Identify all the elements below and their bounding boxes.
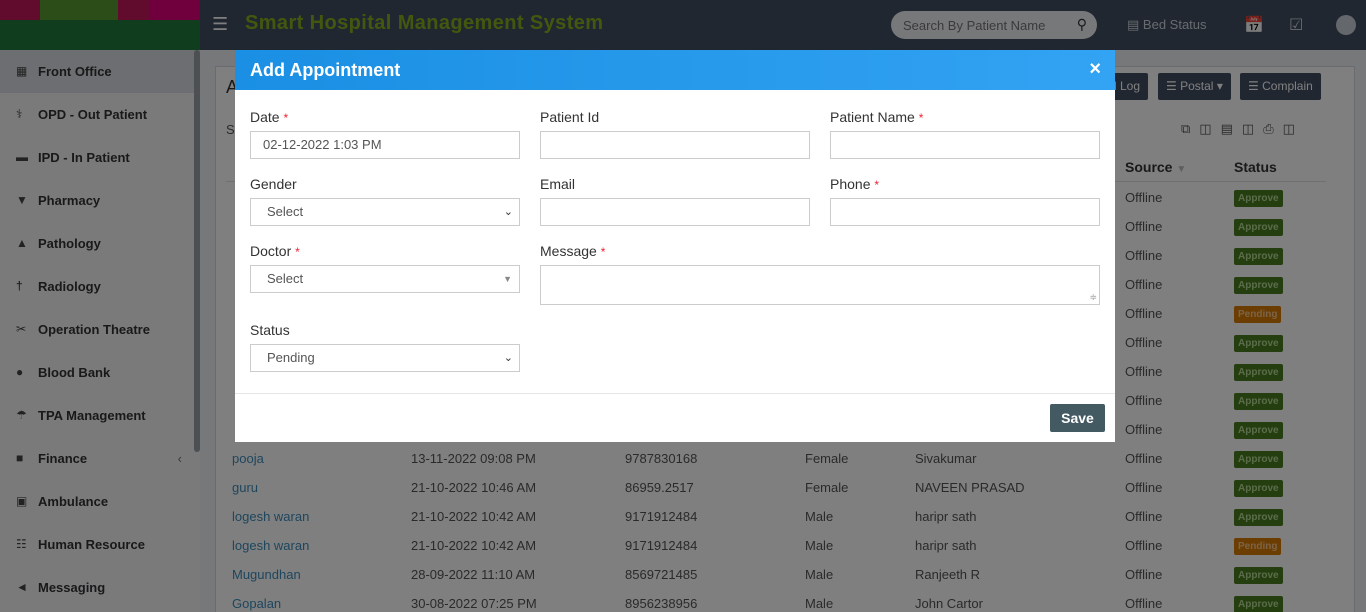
patient-name-field[interactable]	[830, 131, 1100, 159]
message-textarea[interactable]: ≑	[540, 265, 1100, 305]
required-mark: *	[295, 245, 300, 259]
patient-name-label: Patient Name *	[830, 109, 923, 125]
status-select[interactable]: Pending ⌄	[250, 344, 520, 372]
doctor-label: Doctor *	[250, 243, 300, 259]
close-icon[interactable]: ×	[1089, 58, 1101, 81]
email-field[interactable]	[540, 198, 810, 226]
date-label: Date *	[250, 109, 288, 125]
chevron-down-icon: ⌄	[503, 206, 513, 218]
chevron-down-icon: ⌄	[503, 352, 513, 364]
required-mark: *	[918, 111, 924, 125]
email-label: Email	[540, 176, 576, 192]
doctor-select-value: Select	[267, 271, 304, 286]
doctor-label-text: Doctor	[250, 243, 292, 259]
phone-label: Phone *	[830, 176, 879, 192]
date-field[interactable]: 02-12-2022 1:03 PM	[250, 131, 520, 159]
patient-id-label: Patient Id	[540, 109, 600, 125]
patient-id-field[interactable]	[540, 131, 810, 159]
save-button[interactable]: Save	[1050, 404, 1105, 432]
required-mark: *	[283, 111, 289, 125]
gender-select-value: Select	[267, 204, 304, 219]
message-label: Message *	[540, 243, 605, 259]
status-select-value: Pending	[267, 350, 315, 365]
phone-label-text: Phone	[830, 176, 871, 192]
patient-name-label-text: Patient Name	[830, 109, 915, 125]
date-label-text: Date	[250, 109, 280, 125]
phone-field[interactable]	[830, 198, 1100, 226]
resize-grip-icon[interactable]: ≑	[1089, 292, 1097, 303]
add-appointment-modal: Add Appointment × Date * 02-12-2022 1:03…	[235, 50, 1115, 442]
message-label-text: Message	[540, 243, 597, 259]
modal-footer-divider	[235, 393, 1115, 394]
required-mark: *	[874, 178, 880, 192]
modal-title: Add Appointment	[250, 60, 401, 80]
modal-header: Add Appointment ×	[235, 50, 1115, 90]
doctor-select[interactable]: Select ▼	[250, 265, 520, 293]
gender-label: Gender	[250, 176, 297, 192]
caret-down-icon: ▼	[503, 274, 512, 284]
required-mark: *	[600, 245, 606, 259]
gender-select[interactable]: Select ⌄	[250, 198, 520, 226]
status-label: Status	[250, 322, 290, 338]
